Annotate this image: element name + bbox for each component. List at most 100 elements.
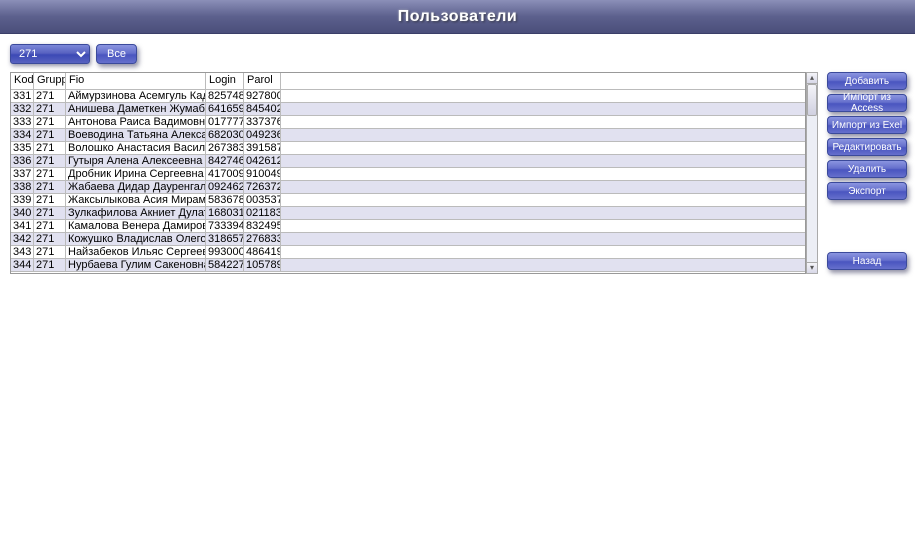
cell-parol[interactable]: 92780049 bbox=[244, 90, 281, 102]
table-row[interactable]: 331271Аймурзинова Асемгуль Кадыржановна8… bbox=[11, 90, 805, 103]
table-row[interactable]: 338271Жабаева Дидар Дауренгалиевна092462… bbox=[11, 181, 805, 194]
cell-login[interactable]: 31865720 bbox=[206, 233, 244, 245]
cell-fio[interactable]: Волошко Анастасия Васильевна bbox=[66, 142, 206, 154]
cell-kod[interactable]: 336 bbox=[11, 155, 34, 167]
cell-parol[interactable]: 48641978 bbox=[244, 246, 281, 258]
cell-kod[interactable]: 331 bbox=[11, 90, 34, 102]
cell-fio[interactable]: Найзабеков Ильяс Сергеевич bbox=[66, 246, 206, 258]
cell-fio[interactable]: Гутыря Алена Алексеевна bbox=[66, 155, 206, 167]
table-row[interactable]: 343271Найзабеков Ильяс Сергеевич99300020… bbox=[11, 246, 805, 259]
cell-login[interactable]: 16803120 bbox=[206, 207, 244, 219]
cell-kod[interactable]: 337 bbox=[11, 168, 34, 180]
cell-gruppa[interactable]: 271 bbox=[34, 116, 66, 128]
header-parol[interactable]: Parol bbox=[244, 73, 281, 89]
cell-gruppa[interactable]: 271 bbox=[34, 194, 66, 206]
cell-parol[interactable]: 00353785 bbox=[244, 194, 281, 206]
cell-fio[interactable]: Воеводина Татьяна Александровна bbox=[66, 129, 206, 141]
cell-fio[interactable]: Зулкафилова Акниет Дулатбековна bbox=[66, 207, 206, 219]
show-all-button[interactable]: Все bbox=[96, 44, 137, 64]
table-row[interactable]: 333271Антонова Раиса Вадимовна0177779233… bbox=[11, 116, 805, 129]
add-button[interactable]: Добавить bbox=[827, 72, 907, 90]
import-access-button[interactable]: Импорт из Access bbox=[827, 94, 907, 112]
cell-login[interactable]: 09246202 bbox=[206, 181, 244, 193]
header-fio[interactable]: Fio bbox=[66, 73, 206, 89]
scroll-up-icon[interactable]: ▴ bbox=[806, 72, 818, 84]
cell-fio[interactable]: Нурбаева Гулим Сакеновна bbox=[66, 259, 206, 271]
cell-login[interactable]: 58422748 bbox=[206, 259, 244, 271]
table-row[interactable]: 344271Нурбаева Гулим Сакеновна5842274810… bbox=[11, 259, 805, 272]
group-filter-select[interactable]: 271 bbox=[10, 44, 90, 64]
header-gruppa[interactable]: Gruppa bbox=[34, 73, 66, 89]
table-row[interactable]: 337271Дробник Ирина Сергеевна41700902910… bbox=[11, 168, 805, 181]
cell-fio[interactable]: Жабаева Дидар Дауренгалиевна bbox=[66, 181, 206, 193]
cell-gruppa[interactable]: 271 bbox=[34, 181, 66, 193]
scroll-track-bar[interactable] bbox=[806, 84, 818, 262]
cell-gruppa[interactable]: 271 bbox=[34, 168, 66, 180]
cell-kod[interactable]: 343 bbox=[11, 246, 34, 258]
scroll-thumb[interactable] bbox=[807, 84, 817, 116]
cell-fio[interactable]: Камалова Венера Дамировна bbox=[66, 220, 206, 232]
cell-parol[interactable]: 84540285 bbox=[244, 103, 281, 115]
cell-login[interactable]: 64165962 bbox=[206, 103, 244, 115]
cell-parol[interactable]: 83249582 bbox=[244, 220, 281, 232]
cell-parol[interactable]: 02118302 bbox=[244, 207, 281, 219]
cell-kod[interactable]: 334 bbox=[11, 129, 34, 141]
import-excel-button[interactable]: Импорт из Exel bbox=[827, 116, 907, 134]
cell-login[interactable]: 73339420 bbox=[206, 220, 244, 232]
table-row[interactable]: 334271Воеводина Татьяна Александровна682… bbox=[11, 129, 805, 142]
cell-fio[interactable]: Жаксылыкова Асия Мирамхановна bbox=[66, 194, 206, 206]
cell-gruppa[interactable]: 271 bbox=[34, 129, 66, 141]
back-button[interactable]: Назад bbox=[827, 252, 907, 270]
cell-kod[interactable]: 341 bbox=[11, 220, 34, 232]
cell-login[interactable]: 82574803 bbox=[206, 90, 244, 102]
table-row[interactable]: 342271Кожушко Владислав Олегович31865720… bbox=[11, 233, 805, 246]
cell-login[interactable]: 41700902 bbox=[206, 168, 244, 180]
cell-parol[interactable]: 33737621 bbox=[244, 116, 281, 128]
cell-login[interactable]: 26738392 bbox=[206, 142, 244, 154]
cell-kod[interactable]: 332 bbox=[11, 103, 34, 115]
scroll-down-icon[interactable]: ▾ bbox=[806, 262, 818, 274]
cell-fio[interactable]: Дробник Ирина Сергеевна bbox=[66, 168, 206, 180]
table-row[interactable]: 335271Волошко Анастасия Васильевна267383… bbox=[11, 142, 805, 155]
cell-parol[interactable]: 04923696 bbox=[244, 129, 281, 141]
table-row[interactable]: 339271Жаксылыкова Асия Мирамхановна58367… bbox=[11, 194, 805, 207]
cell-gruppa[interactable]: 271 bbox=[34, 259, 66, 271]
cell-gruppa[interactable]: 271 bbox=[34, 90, 66, 102]
cell-kod[interactable]: 342 bbox=[11, 233, 34, 245]
cell-gruppa[interactable]: 271 bbox=[34, 246, 66, 258]
cell-parol[interactable]: 91004966 bbox=[244, 168, 281, 180]
cell-login[interactable]: 99300020 bbox=[206, 246, 244, 258]
table-row[interactable]: 340271Зулкафилова Акниет Дулатбековна168… bbox=[11, 207, 805, 220]
cell-gruppa[interactable]: 271 bbox=[34, 103, 66, 115]
table-row[interactable]: 336271Гутыря Алена Алексеевна84274602042… bbox=[11, 155, 805, 168]
cell-kod[interactable]: 335 bbox=[11, 142, 34, 154]
scrollbar[interactable]: ▴ ▾ bbox=[806, 72, 818, 274]
cell-gruppa[interactable]: 271 bbox=[34, 220, 66, 232]
cell-login[interactable]: 01777792 bbox=[206, 116, 244, 128]
header-kod[interactable]: Kod bbox=[11, 73, 34, 89]
cell-login[interactable]: 68203092 bbox=[206, 129, 244, 141]
cell-kod[interactable]: 340 bbox=[11, 207, 34, 219]
cell-fio[interactable]: Аймурзинова Асемгуль Кадыржановна bbox=[66, 90, 206, 102]
cell-fio[interactable]: Анишева Даметкен Жумабаевна bbox=[66, 103, 206, 115]
cell-kod[interactable]: 338 bbox=[11, 181, 34, 193]
table-row[interactable]: 332271Анишева Даметкен Жумабаевна6416596… bbox=[11, 103, 805, 116]
cell-kod[interactable]: 333 bbox=[11, 116, 34, 128]
cell-parol[interactable]: 72637260 bbox=[244, 181, 281, 193]
header-login[interactable]: Login bbox=[206, 73, 244, 89]
cell-gruppa[interactable]: 271 bbox=[34, 155, 66, 167]
cell-login[interactable]: 58367820 bbox=[206, 194, 244, 206]
delete-button[interactable]: Удалить bbox=[827, 160, 907, 178]
cell-kod[interactable]: 344 bbox=[11, 259, 34, 271]
cell-parol[interactable]: 27683371 bbox=[244, 233, 281, 245]
cell-gruppa[interactable]: 271 bbox=[34, 233, 66, 245]
export-button[interactable]: Экспорт bbox=[827, 182, 907, 200]
cell-fio[interactable]: Антонова Раиса Вадимовна bbox=[66, 116, 206, 128]
cell-parol[interactable]: 10578966 bbox=[244, 259, 281, 271]
table-body[interactable]: 331271Аймурзинова Асемгуль Кадыржановна8… bbox=[11, 90, 805, 273]
cell-gruppa[interactable]: 271 bbox=[34, 207, 66, 219]
table-row[interactable]: 341271Камалова Венера Дамировна733394208… bbox=[11, 220, 805, 233]
cell-fio[interactable]: Кожушко Владислав Олегович bbox=[66, 233, 206, 245]
cell-parol[interactable]: 04261295 bbox=[244, 155, 281, 167]
cell-gruppa[interactable]: 271 bbox=[34, 142, 66, 154]
